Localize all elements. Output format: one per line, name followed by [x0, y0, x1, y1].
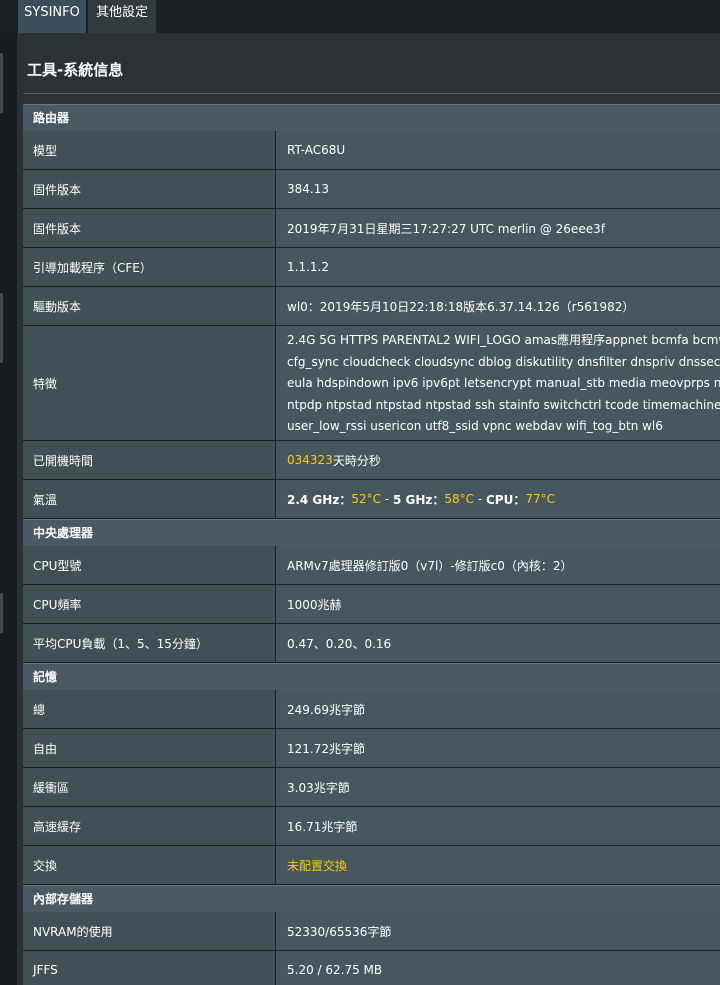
features-line: ntpdp ntpstad ntpstad ntpstad ssh stainf… [287, 397, 720, 412]
bootloader-value: 1.1.1.2 [276, 248, 720, 286]
section-header-cpu: 中央處理器 [23, 519, 720, 546]
driver-version-value: wl0：2019年5月10日22:18:18版本6.37.14.126（r561… [276, 287, 720, 325]
temp-5ghz-value: 58°C [444, 492, 475, 506]
nvram-usage-value: 52330/65536字節 [276, 912, 720, 950]
left-nav-edge [0, 33, 17, 985]
row-label: 引導加載程序（CFE） [23, 248, 276, 286]
nav-edge-marker [0, 53, 3, 113]
uptime-units: 天時分秒 [332, 453, 381, 468]
section-header-router: 路由器 [23, 104, 720, 131]
section-header-memory: 記憶 [23, 663, 720, 690]
features-line: cfg_sync cloudcheck cloudsync dblog disk… [287, 354, 720, 369]
jffs-usage-value: 5.20 / 62.75 MB [276, 951, 720, 985]
memory-buffers-value: 3.03兆字節 [276, 768, 720, 806]
temp-24ghz-value: 52°C [351, 492, 381, 506]
features-value: 2.4G 5G HTTPS PARENTAL2 WIFI_LOGO amas應用… [276, 326, 720, 440]
swap-status: 未配置交換 [287, 858, 348, 873]
row-label: JFFS [23, 951, 276, 985]
table-row: 特徵 2.4G 5G HTTPS PARENTAL2 WIFI_LOGO ama… [23, 326, 720, 441]
table-row: 總 249.69兆字節 [23, 690, 720, 729]
sysinfo-page: SYSINFO 其他設定 工具-系統信息 路由器 模型 RT-AC68U 固件版… [0, 0, 720, 985]
table-row: 固件版本 384.13 [23, 170, 720, 209]
memory-cache-value: 16.71兆字節 [276, 807, 720, 845]
row-label: CPU頻率 [23, 585, 276, 623]
table-row: 高速緩存 16.71兆字節 [23, 807, 720, 846]
sysinfo-table: 路由器 模型 RT-AC68U 固件版本 384.13 固件版本 2019年7月… [23, 104, 720, 985]
memory-swap-value: 未配置交換 [276, 846, 720, 884]
features-line: eula hdspindown ipv6 ipv6pt letsencrypt … [287, 376, 720, 391]
row-label: 總 [23, 690, 276, 728]
table-row: 氣溫 2.4 GHz： 52°C - 5 GHz： 58°C - CPU： 77°C [23, 480, 720, 519]
row-label: 平均CPU負載（1、5、15分鐘） [23, 624, 276, 662]
tab-sysinfo[interactable]: SYSINFO [18, 0, 86, 33]
temp-cpu-value: 77°C [525, 492, 555, 506]
title-divider [23, 93, 720, 94]
table-row: 已開機時間 034323 天時分秒 [23, 441, 720, 480]
features-line: user_low_rssi usericon utf8_ssid vpnc we… [287, 419, 663, 434]
temperature-value: 2.4 GHz： 52°C - 5 GHz： 58°C - CPU： 77°C [276, 480, 720, 518]
table-row: 固件版本 2019年7月31日星期三17:27:27 UTC merlin @ … [23, 209, 720, 248]
table-row: CPU頻率 1000兆赫 [23, 585, 720, 624]
memory-total-value: 249.69兆字節 [276, 690, 720, 728]
tab-bar: SYSINFO 其他設定 [0, 0, 720, 33]
row-label: 已開機時間 [23, 441, 276, 479]
uptime-value: 034323 天時分秒 [276, 441, 720, 479]
section-header-storage: 內部存儲器 [23, 885, 720, 912]
row-label: 緩衝區 [23, 768, 276, 806]
nav-edge-marker [0, 593, 3, 633]
row-label: 固件版本 [23, 170, 276, 208]
temp-cpu-label: CPU： [485, 492, 526, 507]
firmware-version-value: 384.13 [276, 170, 720, 208]
row-label: 自由 [23, 729, 276, 767]
page-title: 工具-系統信息 [27, 61, 124, 79]
temp-separator: - [380, 492, 393, 506]
row-label: 固件版本 [23, 209, 276, 247]
uptime-digits: 034323 [287, 453, 333, 467]
table-row: NVRAM的使用 52330/65536字節 [23, 912, 720, 951]
row-label: 氣溫 [23, 480, 276, 518]
memory-free-value: 121.72兆字節 [276, 729, 720, 767]
cpu-load-value: 0.47、0.20、0.16 [276, 624, 720, 662]
temp-24ghz-label: 2.4 GHz： [287, 492, 352, 507]
table-row: JFFS 5.20 / 62.75 MB [23, 951, 720, 985]
row-label: 驅動版本 [23, 287, 276, 325]
row-label: NVRAM的使用 [23, 912, 276, 950]
model-value: RT-AC68U [276, 131, 720, 169]
tab-other-settings[interactable]: 其他設定 [88, 0, 156, 33]
content-panel: 工具-系統信息 路由器 模型 RT-AC68U 固件版本 384.13 固件版本… [17, 33, 720, 985]
temp-separator: - [474, 492, 486, 506]
row-label: CPU型號 [23, 546, 276, 584]
nav-edge-marker [0, 293, 3, 363]
cpu-frequency-value: 1000兆赫 [276, 585, 720, 623]
table-row: 緩衝區 3.03兆字節 [23, 768, 720, 807]
table-row: 引導加載程序（CFE） 1.1.1.2 [23, 248, 720, 287]
firmware-build-value: 2019年7月31日星期三17:27:27 UTC merlin @ 26eee… [276, 209, 720, 247]
table-row: 平均CPU負載（1、5、15分鐘） 0.47、0.20、0.16 [23, 624, 720, 663]
temp-5ghz-label: 5 GHz： [392, 492, 445, 507]
row-label: 高速緩存 [23, 807, 276, 845]
table-row: 自由 121.72兆字節 [23, 729, 720, 768]
row-label: 交換 [23, 846, 276, 884]
table-row: 交換 未配置交換 [23, 846, 720, 885]
row-label: 特徵 [23, 326, 276, 440]
table-row: CPU型號 ARMv7處理器修訂版0（v7l）-修訂版c0（內核：2） [23, 546, 720, 585]
cpu-model-value: ARMv7處理器修訂版0（v7l）-修訂版c0（內核：2） [276, 546, 720, 584]
table-row: 驅動版本 wl0：2019年5月10日22:18:18版本6.37.14.126… [23, 287, 720, 326]
table-row: 模型 RT-AC68U [23, 131, 720, 170]
row-label: 模型 [23, 131, 276, 169]
features-line: 2.4G 5G HTTPS PARENTAL2 WIFI_LOGO amas應用… [287, 333, 720, 347]
